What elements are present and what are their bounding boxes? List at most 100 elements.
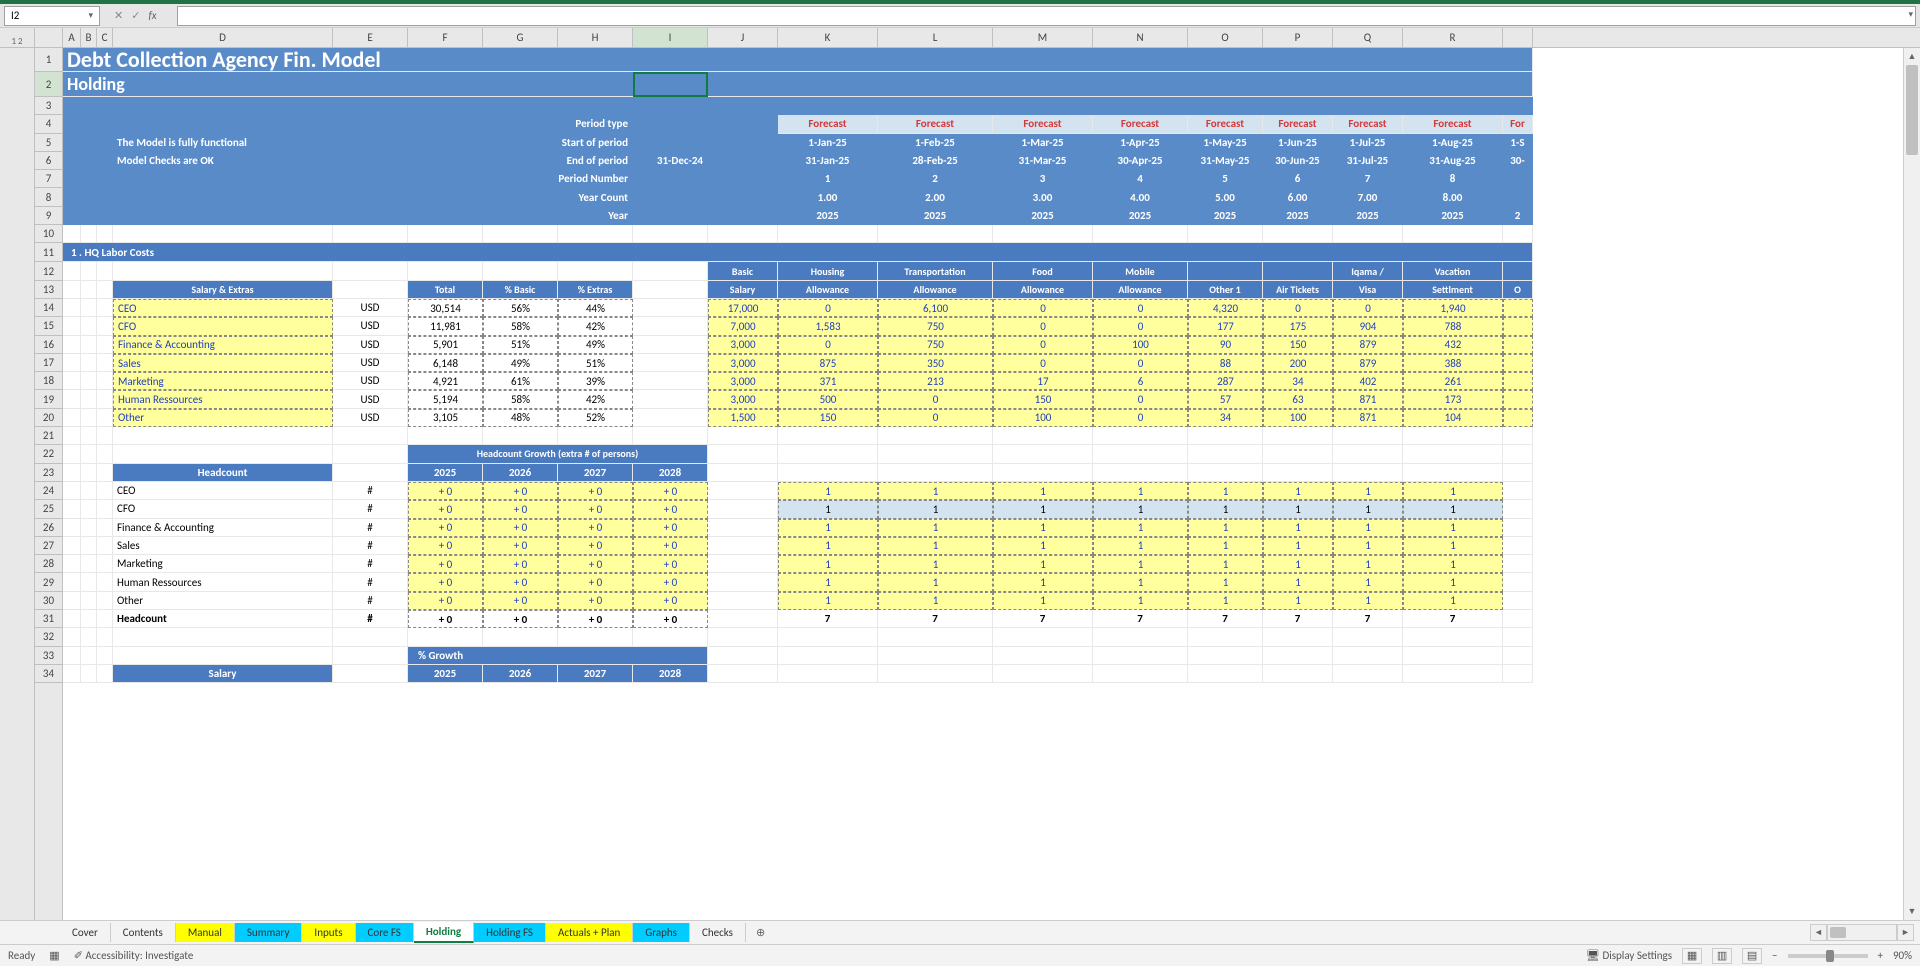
cell[interactable]	[778, 427, 878, 445]
page-title[interactable]: Debt Collection Agency Fin. Model	[63, 48, 1533, 72]
cell[interactable]: % Extras	[558, 281, 633, 299]
cell[interactable]: Forecast	[1333, 115, 1403, 133]
cell[interactable]: #	[333, 592, 408, 610]
cell[interactable]	[1503, 445, 1533, 463]
cell[interactable]	[113, 647, 333, 665]
cell[interactable]: 17	[993, 372, 1093, 390]
cell[interactable]: 1	[993, 482, 1093, 500]
cell[interactable]	[633, 207, 708, 225]
cell[interactable]: USD	[333, 409, 408, 427]
row-header[interactable]: 17	[35, 354, 62, 372]
cell[interactable]	[97, 372, 113, 390]
cell[interactable]: 3,000	[708, 390, 778, 408]
cell[interactable]: + 0	[633, 555, 708, 573]
cell[interactable]	[81, 610, 97, 628]
cell[interactable]	[113, 97, 333, 115]
cell[interactable]: 88	[1188, 354, 1263, 372]
cell[interactable]	[97, 336, 113, 354]
cell[interactable]: 31-Jul-25	[1333, 152, 1403, 170]
cell[interactable]	[1503, 610, 1533, 628]
cell[interactable]: 6	[1093, 372, 1188, 390]
cell[interactable]: 2025	[1263, 207, 1333, 225]
cell[interactable]: 2026	[483, 665, 558, 683]
row-header[interactable]: 25	[35, 500, 62, 518]
cell[interactable]	[1503, 482, 1533, 500]
cell[interactable]	[97, 665, 113, 683]
cell[interactable]: #	[333, 537, 408, 555]
cell[interactable]: 1	[1263, 573, 1333, 591]
cell[interactable]: 1	[1188, 555, 1263, 573]
cell[interactable]	[993, 665, 1093, 683]
cell[interactable]: USD	[333, 372, 408, 390]
cell[interactable]	[97, 97, 113, 115]
cell[interactable]: 0	[1093, 317, 1188, 335]
cell[interactable]: 1	[1333, 555, 1403, 573]
col-header[interactable]: A	[63, 28, 81, 47]
col-header[interactable]: R	[1403, 28, 1503, 47]
cell[interactable]	[63, 354, 81, 372]
tab-holding[interactable]: Holding	[414, 922, 474, 943]
cell[interactable]	[708, 464, 778, 482]
cell[interactable]	[1333, 464, 1403, 482]
cell[interactable]: USD	[333, 390, 408, 408]
cell[interactable]: + 0	[558, 519, 633, 537]
cell[interactable]: 2025	[778, 207, 878, 225]
cell-grid[interactable]: Debt Collection Agency Fin. ModelHolding…	[63, 48, 1903, 920]
cell[interactable]	[81, 188, 97, 206]
accessibility-status[interactable]: ✐ Accessibility: Investigate	[74, 949, 194, 962]
formula-input[interactable]: ▾	[177, 6, 1916, 26]
row-header[interactable]: 1	[35, 48, 62, 72]
cell[interactable]: 63	[1263, 390, 1333, 408]
cell[interactable]: End of period	[558, 152, 633, 170]
cell[interactable]: 7	[993, 610, 1093, 628]
cell[interactable]: Headcount Growth (extra # of persons)	[408, 445, 708, 463]
cell[interactable]	[97, 115, 113, 133]
cell[interactable]	[81, 628, 97, 646]
cell[interactable]	[778, 464, 878, 482]
col-header[interactable]: J	[708, 28, 778, 47]
cell[interactable]: 1	[1333, 500, 1403, 518]
cell[interactable]: 0	[778, 336, 878, 354]
cell[interactable]: 1	[1263, 519, 1333, 537]
cell[interactable]	[63, 134, 81, 152]
cell[interactable]: 1	[1333, 519, 1403, 537]
cell[interactable]	[708, 188, 778, 206]
cell[interactable]	[81, 354, 97, 372]
col-header[interactable]: M	[993, 28, 1093, 47]
cell[interactable]: 1-Mar-25	[993, 134, 1093, 152]
cell[interactable]: 1	[993, 500, 1093, 518]
cell[interactable]: + 0	[633, 537, 708, 555]
cell[interactable]	[333, 152, 408, 170]
cell[interactable]	[97, 519, 113, 537]
cell[interactable]	[633, 170, 708, 188]
row-header[interactable]: 24	[35, 482, 62, 500]
col-header[interactable]: L	[878, 28, 993, 47]
cell[interactable]	[1403, 647, 1503, 665]
cell[interactable]: 1	[778, 592, 878, 610]
cell[interactable]	[993, 464, 1093, 482]
tab-actuals-plan[interactable]: Actuals + Plan	[546, 923, 633, 942]
cell[interactable]: 2025	[1188, 207, 1263, 225]
cell[interactable]: 17,000	[708, 299, 778, 317]
cell[interactable]	[97, 555, 113, 573]
cell[interactable]	[63, 372, 81, 390]
cell[interactable]	[333, 427, 408, 445]
cell[interactable]	[483, 427, 558, 445]
cell[interactable]	[1503, 225, 1533, 243]
tab-inputs[interactable]: Inputs	[302, 923, 355, 942]
macro-record-icon[interactable]: ▦	[49, 949, 59, 962]
cell[interactable]: 1	[1093, 573, 1188, 591]
cell[interactable]	[878, 628, 993, 646]
cell[interactable]: 48%	[483, 409, 558, 427]
cell[interactable]: + 0	[633, 592, 708, 610]
cell[interactable]: Iqama /	[1333, 262, 1403, 280]
cell[interactable]	[1333, 427, 1403, 445]
cell[interactable]	[97, 647, 113, 665]
cell[interactable]: Allowance	[1093, 281, 1188, 299]
cell[interactable]: 2027	[558, 464, 633, 482]
row-header[interactable]: 23	[35, 464, 62, 482]
cell[interactable]: 57	[1188, 390, 1263, 408]
row-header[interactable]: 8	[35, 188, 62, 206]
row-header[interactable]: 13	[35, 281, 62, 299]
cell[interactable]	[1503, 427, 1533, 445]
